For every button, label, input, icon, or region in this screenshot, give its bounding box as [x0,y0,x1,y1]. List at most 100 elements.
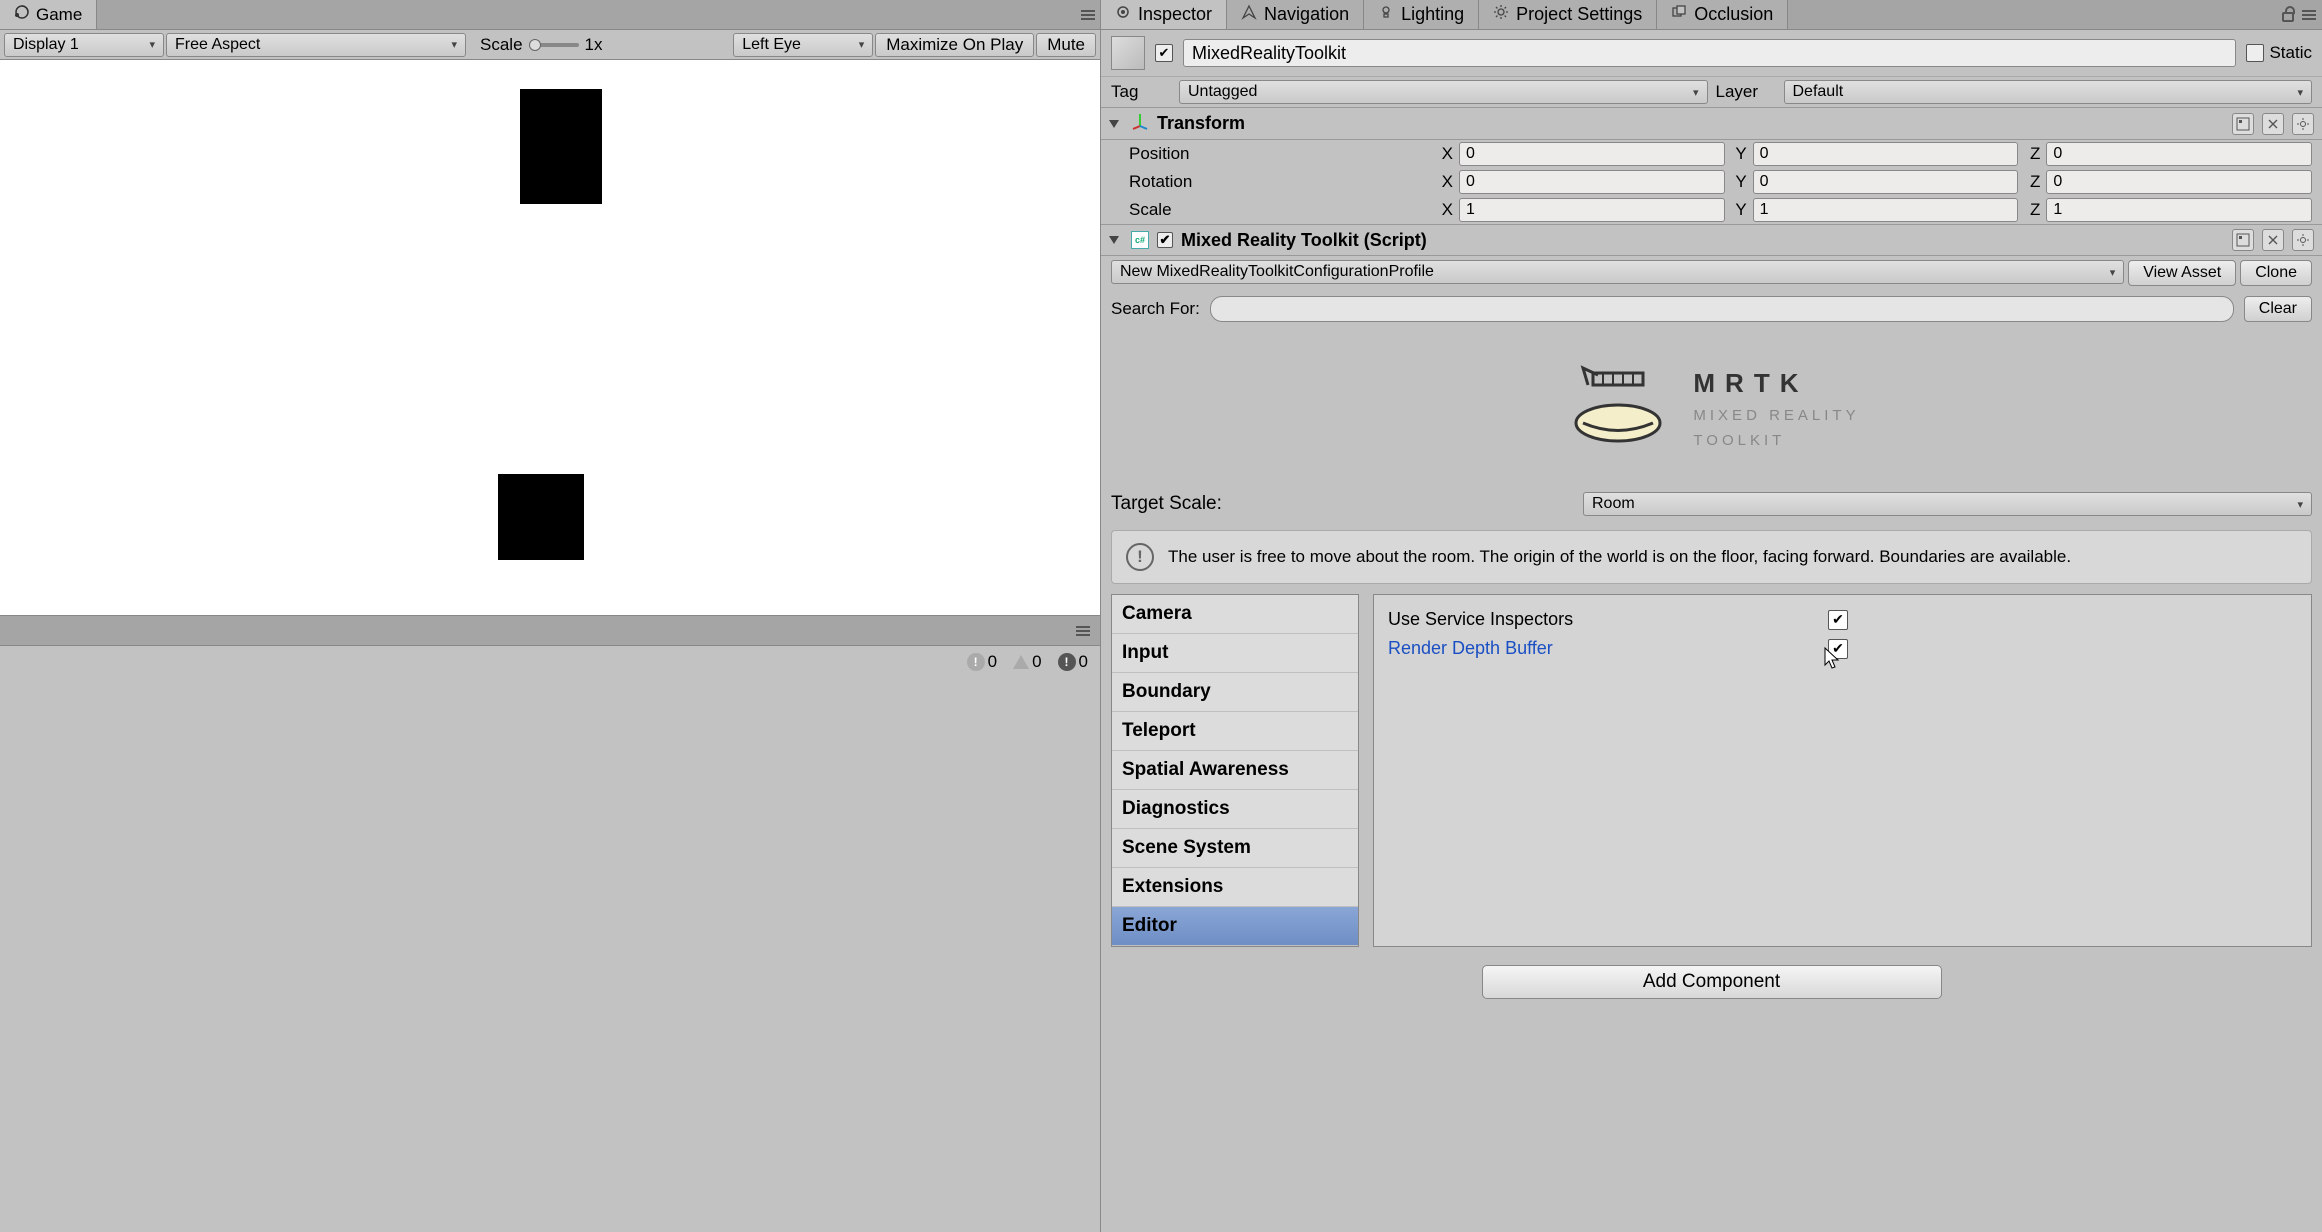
scale-slider-knob[interactable] [529,39,541,51]
err-count[interactable]: ! 0 [1052,650,1094,674]
layer-value: Default [1793,83,1844,101]
foldout-icon [1109,120,1119,128]
category-input[interactable]: Input [1112,634,1358,673]
component-enabled-checkbox[interactable]: ✔ [1157,232,1173,248]
lighting-tab-label: Lighting [1401,4,1464,25]
component-settings-icon[interactable] [2292,229,2314,251]
scale-y-input[interactable] [1753,198,2019,222]
render-depth-buffer-row: Render Depth Buffer ✔ [1388,634,2297,663]
static-checkbox[interactable] [2246,44,2264,62]
use-service-inspectors-checkbox[interactable]: ✔ [1828,610,1848,630]
transform-icon [1131,112,1149,135]
occlusion-tab[interactable]: Occlusion [1657,0,1788,29]
category-teleport[interactable]: Teleport [1112,712,1358,751]
aspect-dropdown[interactable]: Free Aspect ▾ [166,33,466,57]
panel-menu-icon[interactable] [1076,0,1100,29]
category-editor[interactable]: Editor [1112,907,1358,946]
position-x-input[interactable] [1459,142,1725,166]
panel-menu-icon[interactable] [2302,14,2316,16]
target-scale-label: Target Scale: [1111,493,1571,515]
warn-count[interactable]: 0 [1007,650,1047,674]
console-bar: ! 0 0 ! 0 [0,645,1100,677]
scale-slider[interactable] [529,43,579,47]
clear-button[interactable]: Clear [2244,296,2312,322]
project-settings-tab-label: Project Settings [1516,4,1642,25]
mrtk-logo-title: MRTK [1693,368,1859,399]
aspect-dropdown-label: Free Aspect [175,36,260,54]
use-service-inspectors-row: Use Service Inspectors ✔ [1388,605,2297,634]
game-toolbar: Display 1 ▾ Free Aspect ▾ Scale 1x Left … [0,30,1100,60]
game-tab[interactable]: Game [0,0,97,29]
maximize-button[interactable]: Maximize On Play [875,33,1034,57]
search-input[interactable] [1210,296,2234,322]
layer-dropdown[interactable]: Default ▾ [1784,80,2313,104]
game-tab-icon [14,4,30,25]
position-z-input[interactable] [2046,142,2312,166]
render-depth-buffer-checkbox[interactable]: ✔ [1828,639,1848,659]
scale-z-input[interactable] [2046,198,2312,222]
category-boundary[interactable]: Boundary [1112,673,1358,712]
clone-button[interactable]: Clone [2240,260,2312,286]
category-camera[interactable]: Camera [1112,595,1358,634]
profile-row: New MixedRealityToolkitConfigurationProf… [1111,260,2312,286]
scene-object-2 [498,474,584,560]
object-header: ✔ Static [1101,30,2322,77]
inspector-tab[interactable]: Inspector [1101,0,1227,29]
x-label: X [1437,172,1453,192]
position-y-input[interactable] [1753,142,2019,166]
category-scene-system[interactable]: Scene System [1112,829,1358,868]
warn-icon [1013,655,1029,669]
mrtk-script-header[interactable]: c# ✔ Mixed Reality Toolkit (Script) [1101,224,2322,256]
rotation-y-input[interactable] [1753,170,2019,194]
add-component-row: Add Component [1101,947,2322,1017]
component-reset-icon[interactable] [2262,229,2284,251]
navigation-tab[interactable]: Navigation [1227,0,1364,29]
chevron-down-icon: ▾ [451,38,457,51]
category-spatial-awareness[interactable]: Spatial Awareness [1112,751,1358,790]
tag-layer-row: Tag Untagged ▾ Layer Default ▾ [1101,77,2322,107]
view-asset-button[interactable]: View Asset [2128,260,2236,286]
chevron-down-icon: ▾ [2297,86,2303,99]
clear-label: Clear [2259,300,2297,318]
static-label: Static [2269,43,2312,63]
scene-object-1 [520,89,602,204]
category-extensions[interactable]: Extensions [1112,868,1358,907]
game-tab-bar: Game [0,0,1100,30]
project-settings-tab[interactable]: Project Settings [1479,0,1657,29]
component-reset-icon[interactable] [2262,113,2284,135]
category-diagnostics[interactable]: Diagnostics [1112,790,1358,829]
add-component-button[interactable]: Add Component [1482,965,1942,999]
component-help-icon[interactable] [2232,229,2254,251]
profile-dropdown[interactable]: New MixedRealityToolkitConfigurationProf… [1111,260,2124,284]
mrtk-config-area: Camera Input Boundary Teleport Spatial A… [1111,594,2312,947]
rotation-x-input[interactable] [1459,170,1725,194]
scale-x-input[interactable] [1459,198,1725,222]
info-count[interactable]: ! 0 [961,650,1003,674]
view-asset-label: View Asset [2143,264,2221,282]
search-label: Search For: [1111,299,1200,319]
csharp-script-icon: c# [1131,231,1149,249]
tag-dropdown[interactable]: Untagged ▾ [1179,80,1708,104]
component-settings-icon[interactable] [2292,113,2314,135]
eye-dropdown[interactable]: Left Eye ▾ [733,33,873,57]
active-checkbox[interactable]: ✔ [1155,44,1173,62]
inspector-icon [1115,4,1131,25]
gameobject-icon[interactable] [1111,36,1145,70]
z-label: Z [2024,200,2040,220]
x-label: X [1437,200,1453,220]
lock-icon[interactable] [2282,7,2294,22]
target-scale-dropdown[interactable]: Room ▾ [1583,492,2312,516]
eye-dropdown-label: Left Eye [742,36,801,54]
z-label: Z [2024,172,2040,192]
console-menu-icon[interactable] [1076,630,1100,632]
lighting-tab[interactable]: Lighting [1364,0,1479,29]
inspector-tab-label: Inspector [1138,4,1212,25]
display-dropdown[interactable]: Display 1 ▾ [4,33,164,57]
object-name-input[interactable] [1183,39,2236,67]
z-label: Z [2024,144,2040,164]
rotation-z-input[interactable] [2046,170,2312,194]
mute-button[interactable]: Mute [1036,33,1096,57]
transform-header[interactable]: Transform [1101,107,2322,140]
component-help-icon[interactable] [2232,113,2254,135]
static-group: Static [2246,43,2312,63]
